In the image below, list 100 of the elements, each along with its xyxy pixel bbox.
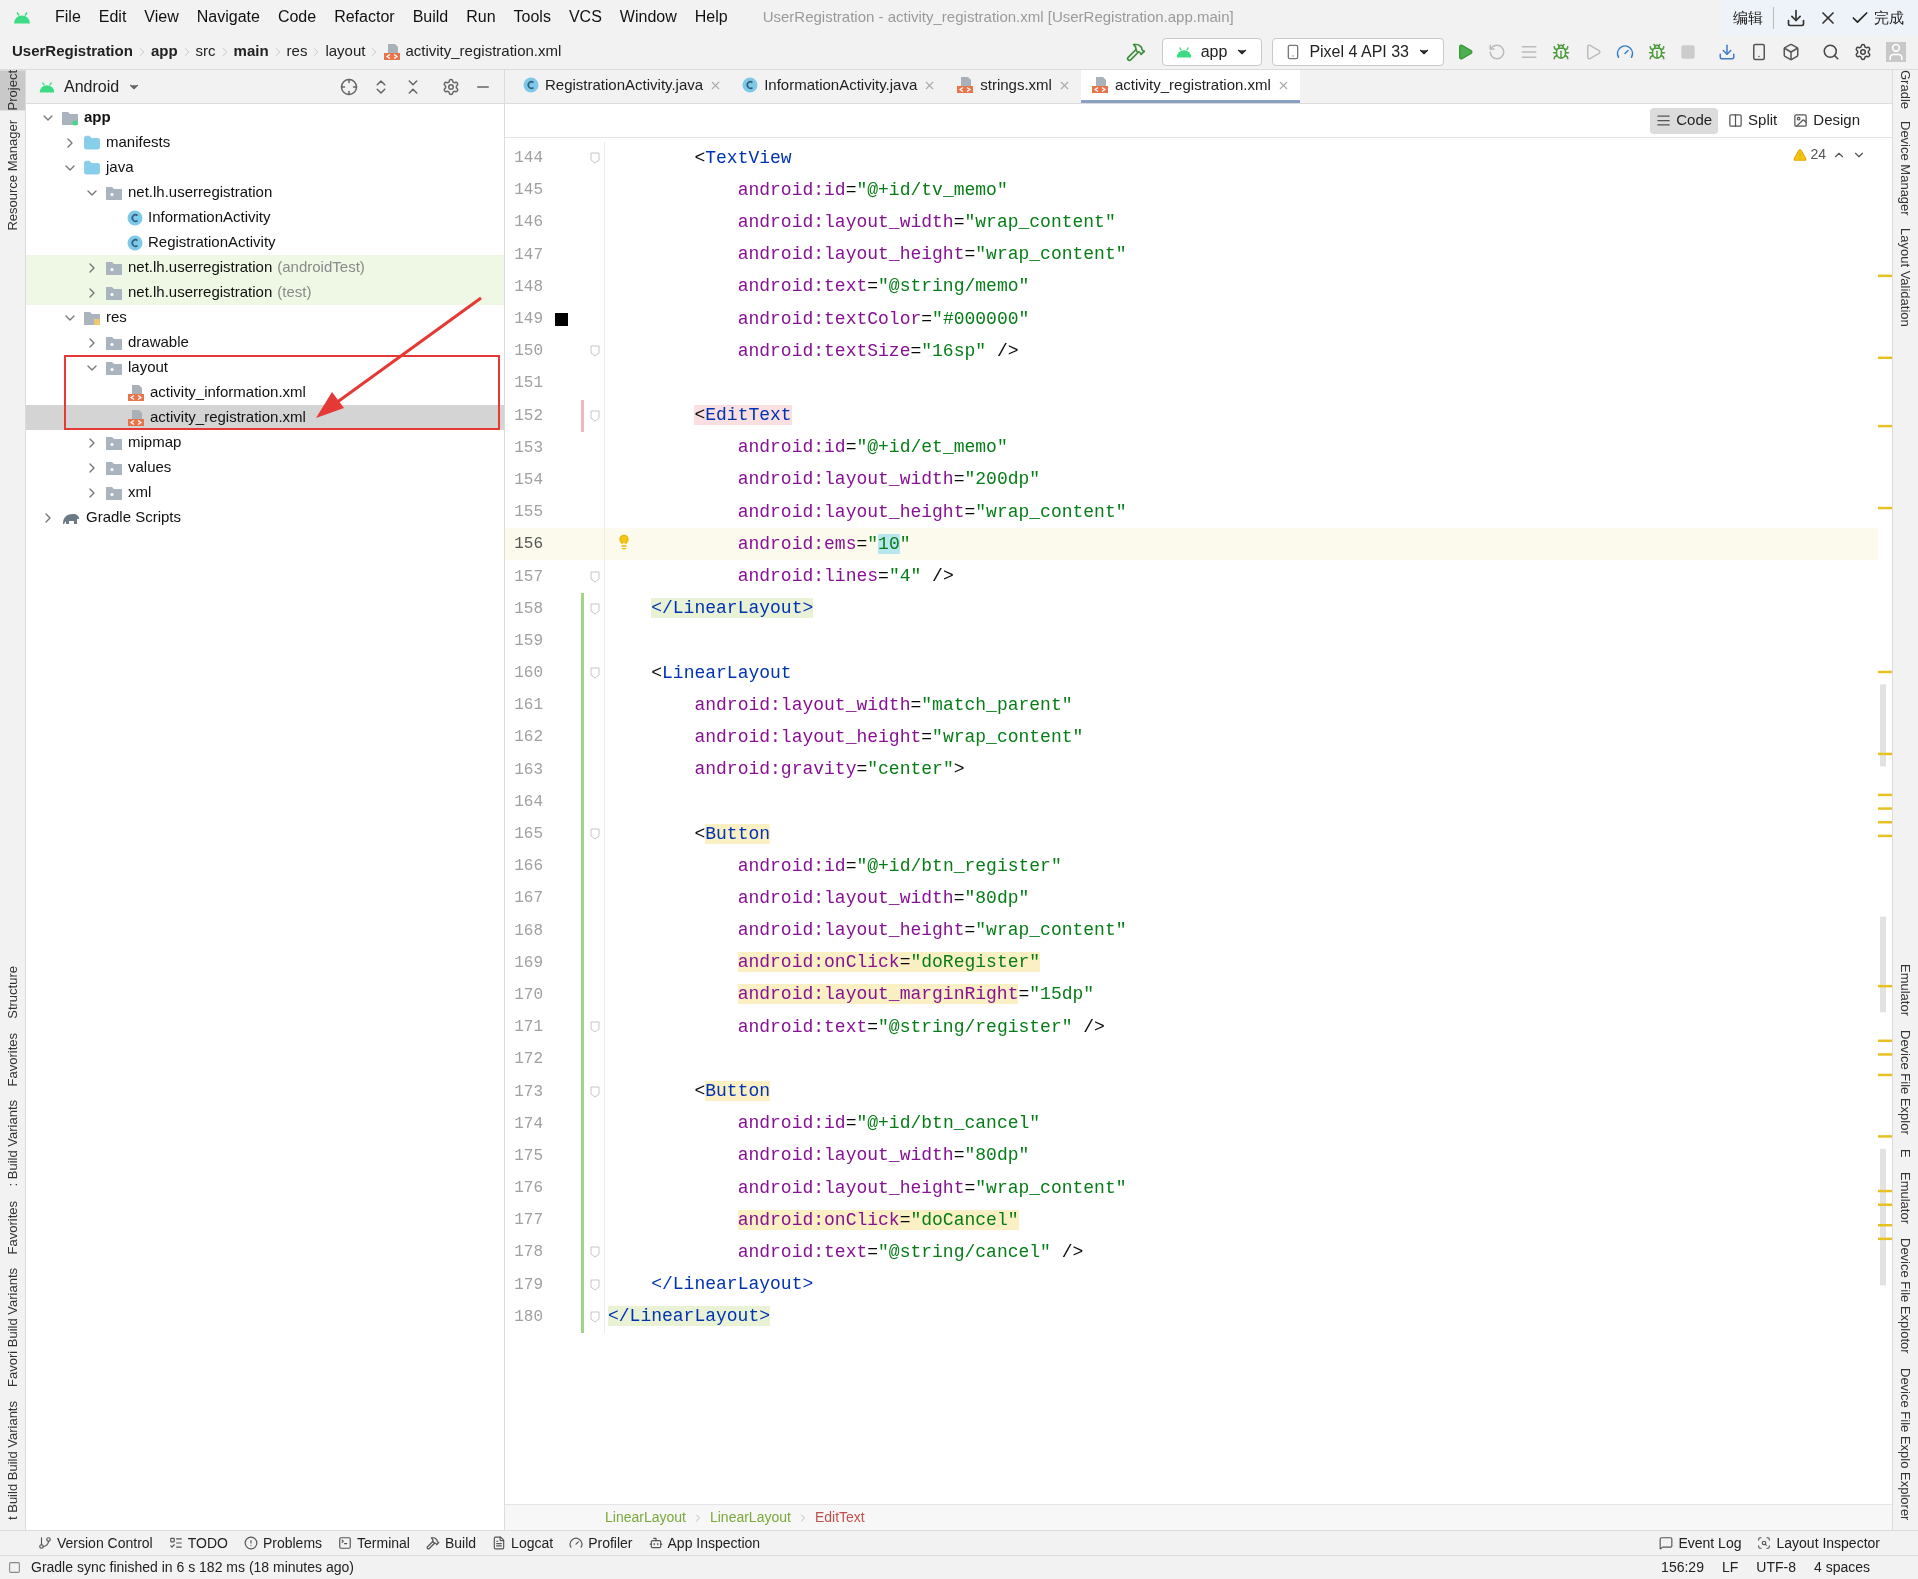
tool-window-tab[interactable]: Device File Explor (1893, 1030, 1918, 1136)
menu-item[interactable]: Help (685, 5, 737, 29)
profiler-icon[interactable] (1616, 42, 1634, 61)
status-item[interactable]: 4 spaces (1813, 1557, 1870, 1578)
tool-window-button[interactable]: App Inspection (640, 1531, 769, 1555)
tool-window-button[interactable]: Problems (235, 1531, 331, 1555)
tool-window-tab[interactable]: Emulator (1893, 964, 1918, 1017)
tool-window-tab[interactable]: Favorites (0, 1200, 25, 1254)
view-dropdown[interactable]: Android (38, 74, 142, 99)
breadcrumb-item[interactable]: src (195, 40, 216, 63)
view-mode-button[interactable]: Code (1650, 107, 1719, 134)
tree-item[interactable]: mipmap (26, 430, 504, 455)
warning-count[interactable]: 24 (1793, 144, 1826, 165)
menu-item[interactable]: Edit (89, 5, 136, 29)
build-icon[interactable] (1125, 41, 1146, 62)
status-item[interactable]: UTF-8 (1756, 1557, 1796, 1578)
tool-window-tab[interactable]: Device Manager (1893, 121, 1918, 216)
tool-window-button[interactable]: TODO (160, 1531, 236, 1555)
tree-item[interactable]: xml (26, 480, 504, 505)
tree-item[interactable]: activity_registration.xml (26, 405, 504, 430)
tree-item[interactable]: activity_information.xml (26, 380, 504, 405)
tree-item[interactable]: Gradle Scripts (26, 505, 504, 530)
fold-marker-icon[interactable] (589, 667, 600, 680)
tool-window-button[interactable]: Logcat (484, 1531, 562, 1555)
debug-icon[interactable] (1552, 42, 1570, 61)
tool-window-tab[interactable]: Favori Build Variants (0, 1268, 25, 1387)
menu-item[interactable]: VCS (559, 5, 611, 29)
tree-item[interactable]: net.lh.userregistration (androidTest) (26, 255, 504, 280)
tree-item[interactable]: res (26, 305, 504, 330)
view-mode-button[interactable]: Split (1722, 107, 1784, 134)
tree-item[interactable]: values (26, 455, 504, 480)
tool-window-tab[interactable]: Gradle (1893, 70, 1918, 110)
tool-window-tab[interactable]: Resource Manager (0, 120, 25, 232)
sdk-manager-icon[interactable] (1782, 42, 1800, 61)
search-icon[interactable] (1822, 42, 1840, 61)
breadcrumb-item[interactable]: layout (325, 40, 366, 63)
tool-window-button[interactable]: Version Control (30, 1531, 161, 1555)
device-manager-icon[interactable] (1750, 42, 1768, 61)
locate-icon[interactable] (340, 77, 358, 96)
menu-item[interactable]: File (46, 5, 90, 29)
breadcrumb-item[interactable]: app (150, 40, 178, 63)
download-icon[interactable] (1786, 8, 1806, 28)
configuration-dropdown[interactable]: app (1161, 37, 1263, 66)
status-item[interactable]: LF (1721, 1557, 1739, 1578)
tree-item[interactable]: RegistrationActivity (26, 230, 504, 255)
status-item[interactable]: 156:29 (1661, 1557, 1704, 1578)
breadcrumb-item[interactable]: EditText (814, 1507, 865, 1528)
tool-window-tab[interactable]: Favorites (0, 1032, 25, 1087)
fold-marker-icon[interactable] (589, 1021, 600, 1034)
run-icon[interactable] (1456, 42, 1474, 61)
fold-marker-icon[interactable] (589, 152, 600, 165)
view-mode-button[interactable]: Design (1787, 107, 1866, 134)
editor-tab[interactable]: RegistrationActivity.java (513, 70, 733, 103)
breadcrumb-item[interactable]: res (286, 40, 308, 63)
menu-item[interactable]: Window (610, 5, 686, 29)
editor-tab[interactable]: activity_registration.xml (1080, 70, 1300, 103)
tool-window-tab[interactable]: Structure (0, 965, 25, 1019)
tool-window-tab[interactable]: E (1893, 1149, 1918, 1158)
menu-item[interactable]: Build (403, 5, 458, 29)
fold-marker-icon[interactable] (589, 1246, 600, 1259)
tree-item[interactable]: java (26, 155, 504, 180)
done-button[interactable]: 完成 (1850, 6, 1904, 30)
tool-window-tab[interactable]: Project (0, 70, 25, 111)
fold-marker-icon[interactable] (589, 409, 600, 422)
fold-marker-icon[interactable] (589, 1085, 600, 1098)
fold-marker-icon[interactable] (589, 1310, 600, 1323)
tree-item[interactable]: net.lh.userregistration (test) (26, 280, 504, 305)
breadcrumb-item[interactable]: main (233, 40, 269, 63)
tool-window-tab[interactable]: Device File Explotor (1893, 1237, 1918, 1354)
tool-window-tab[interactable]: Device File Explo Explorer (1893, 1367, 1918, 1520)
attach-debugger-icon[interactable] (1648, 42, 1666, 61)
fold-marker-icon[interactable] (589, 828, 600, 841)
color-swatch[interactable] (554, 312, 568, 326)
status-icon[interactable] (8, 1561, 21, 1574)
tool-window-button[interactable]: Layout Inspector (1749, 1531, 1888, 1555)
fold-marker-icon[interactable] (589, 345, 600, 358)
fold-marker-icon[interactable] (589, 1278, 600, 1291)
sync-icon[interactable] (1718, 42, 1736, 61)
tree-item[interactable]: InformationActivity (26, 205, 504, 230)
breadcrumb-item[interactable]: activity_registration.xml (383, 40, 562, 63)
tool-window-tab[interactable]: Layout Validation (1893, 227, 1918, 327)
tree-item[interactable]: net.lh.userregistration (26, 180, 504, 205)
tree-item[interactable]: app (26, 105, 504, 130)
tool-window-tab[interactable]: Emulator (1893, 1171, 1918, 1224)
device-dropdown[interactable]: Pixel 4 API 33 (1272, 37, 1444, 66)
settings-icon[interactable] (442, 77, 460, 96)
settings-icon[interactable] (1854, 42, 1872, 61)
tool-window-button[interactable]: Terminal (330, 1531, 418, 1555)
fold-marker-icon[interactable] (589, 602, 600, 615)
editor-tab[interactable]: InformationActivity.java (732, 70, 947, 103)
menu-item[interactable]: Refactor (325, 5, 404, 29)
tree-item[interactable]: drawable (26, 330, 504, 355)
tool-window-tab[interactable]: t Build Build Variants (0, 1401, 25, 1520)
tree-item[interactable]: manifests (26, 130, 504, 155)
tool-window-button[interactable]: Build (417, 1531, 485, 1555)
tool-window-button[interactable]: Profiler (561, 1531, 641, 1555)
tree-item[interactable]: layout (26, 355, 504, 380)
editor-tab[interactable]: strings.xml (946, 70, 1081, 103)
menu-item[interactable]: Code (268, 5, 326, 29)
tool-window-button[interactable]: Event Log (1651, 1531, 1750, 1555)
